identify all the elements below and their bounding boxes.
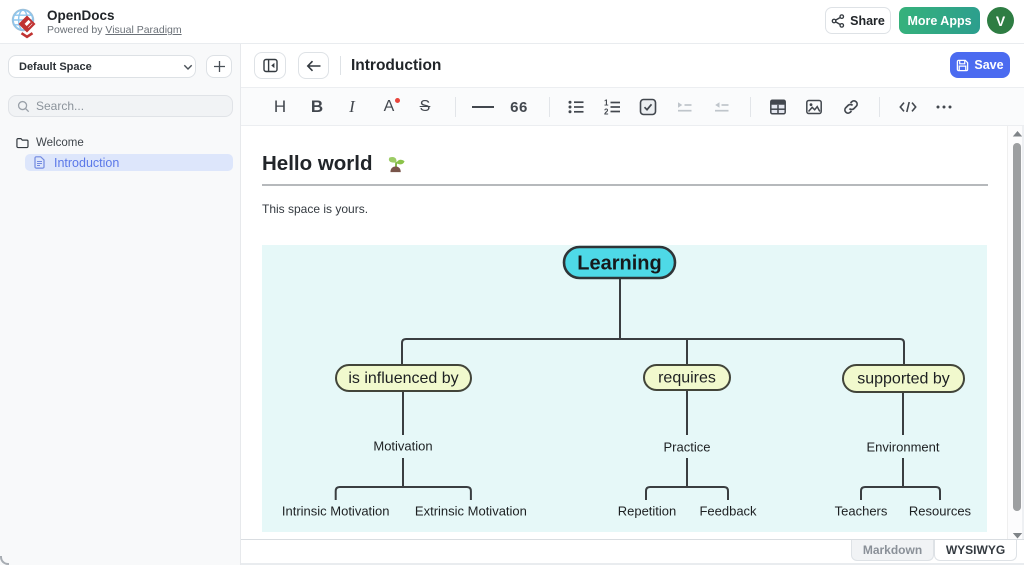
svg-text:is influenced by: is influenced by bbox=[348, 370, 458, 387]
svg-text:Learning: Learning bbox=[577, 253, 661, 275]
svg-text:Environment: Environment bbox=[867, 440, 940, 455]
svg-text:Feedback: Feedback bbox=[699, 504, 757, 519]
svg-text:Repetition: Repetition bbox=[618, 504, 677, 519]
svg-text:2: 2 bbox=[604, 108, 609, 117]
svg-text:requires: requires bbox=[658, 370, 716, 387]
svg-text:1: 1 bbox=[604, 99, 609, 108]
svg-text:Extrinsic Motivation: Extrinsic Motivation bbox=[415, 504, 527, 519]
svg-text:supported by: supported by bbox=[857, 371, 950, 388]
svg-text:Resources: Resources bbox=[909, 504, 972, 519]
svg-text:Motivation: Motivation bbox=[373, 439, 432, 454]
svg-text:Intrinsic Motivation: Intrinsic Motivation bbox=[282, 504, 390, 519]
svg-text:Teachers: Teachers bbox=[835, 504, 888, 519]
svg-text:Practice: Practice bbox=[664, 440, 711, 455]
